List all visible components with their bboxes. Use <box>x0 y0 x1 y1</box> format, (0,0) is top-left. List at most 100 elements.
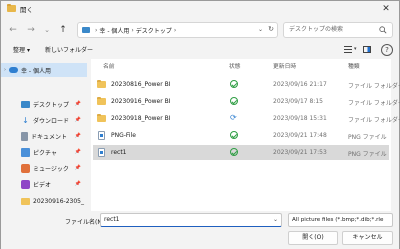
address-bar[interactable]: › 幸 - 個人用 › デスクトップ › ⌄ ↻ <box>77 22 278 38</box>
column-header-modified[interactable]: 更新日時 <box>273 61 296 70</box>
arrow-up-icon: ↑ <box>59 25 67 35</box>
pin-icon: 📌 <box>74 117 81 123</box>
folder-icon <box>7 4 16 12</box>
folder-icon <box>97 114 106 122</box>
desktop-icon <box>82 27 90 33</box>
column-header-name[interactable]: 名前 <box>103 61 115 70</box>
file-modified: 2023/09/18 15:31 <box>273 115 327 122</box>
sidebar-item-label: デスクトップ <box>33 101 70 109</box>
file-modified: 2023/09/21 17:53 <box>273 149 327 156</box>
open-button[interactable]: 開く(O) <box>288 231 338 245</box>
sidebar-item-label: ドキュメント <box>31 133 68 141</box>
file-type: PNG ファイル <box>348 134 387 141</box>
preview-pane-icon[interactable] <box>363 46 371 53</box>
folder-icon <box>97 80 106 88</box>
recent-locations-button[interactable]: ⌄ <box>41 23 53 37</box>
file-type: ファイル フォルダー <box>348 117 400 124</box>
filename-value: rect1 <box>104 216 120 223</box>
command-bar: 整理 ▾ 新しいフォルダー ▾ ? <box>1 43 399 57</box>
sidebar-item-documents[interactable]: ドキュメント 📌 <box>1 129 87 143</box>
breadcrumb-item[interactable]: 幸 - 個人用 <box>99 26 129 35</box>
file-type: ファイル フォルダー <box>348 100 400 107</box>
open-dialog: 開く ✕ ← → ⌄ ↑ › 幸 - 個人用 › デスクトップ › ⌄ ↻ デス… <box>0 0 400 249</box>
video-icon <box>21 179 30 189</box>
music-icon <box>21 163 30 173</box>
file-row[interactable]: PNG-File 2023/09/21 17:48 PNG ファイル <box>93 128 389 143</box>
up-button[interactable]: ↑ <box>57 23 69 37</box>
sidebar-item-label: ピクチャ <box>33 149 57 157</box>
help-icon[interactable]: ? <box>381 44 393 56</box>
file-list: 名前 状態 更新日時 種類 20230816_Power BI 2023/09/… <box>91 59 400 211</box>
pin-icon: 📌 <box>74 181 81 187</box>
desktop-icon <box>21 100 30 108</box>
title-bar: 開く ✕ <box>1 1 399 17</box>
folder-icon <box>21 197 30 205</box>
pin-icon: 📌 <box>74 165 81 171</box>
column-header-type[interactable]: 種類 <box>348 61 360 70</box>
sidebar-item-videos[interactable]: ビデオ 📌 <box>1 177 87 191</box>
sidebar-item-desktop[interactable]: デスクトップ 📌 <box>1 97 87 111</box>
refresh-icon[interactable]: ↻ <box>268 25 274 33</box>
breadcrumb-separator-icon: › <box>173 26 177 34</box>
forward-button[interactable]: → <box>25 23 37 37</box>
sidebar-item-label: ダウンロード <box>33 117 70 125</box>
file-name: 20230816_Power BI <box>111 81 171 88</box>
file-type: PNG ファイル <box>348 151 387 158</box>
synced-check-icon <box>230 131 238 139</box>
file-name: 20230916_Power BI <box>111 98 171 105</box>
download-icon: ↓ <box>22 115 29 125</box>
sidebar-item-label: ミュージック <box>33 165 69 173</box>
back-button[interactable]: ← <box>7 23 19 37</box>
sidebar-item-label: 幸 - 個人用 <box>21 67 51 75</box>
chevron-down-icon: ▾ <box>26 47 30 54</box>
cloud-icon <box>9 67 18 73</box>
sidebar-item-pictures[interactable]: ピクチャ 📌 <box>1 145 87 159</box>
filename-input[interactable]: rect1 ⌄ <box>100 213 282 227</box>
folder-icon <box>97 97 106 105</box>
file-type: ファイル フォルダー <box>348 83 400 90</box>
breadcrumb-item[interactable]: デスクトップ <box>136 26 172 35</box>
pin-icon: 📌 <box>74 149 81 155</box>
column-header-status[interactable]: 状態 <box>229 61 241 70</box>
arrow-left-icon: ← <box>9 25 17 35</box>
dialog-footer: ファイル名(N): rect1 ⌄ All picture files (*.b… <box>1 211 399 249</box>
chevron-down-icon[interactable]: ⌄ <box>258 26 263 33</box>
navigation-pane: › 幸 - 個人用 デスクトップ 📌 ↓ ダウンロード 📌 ドキュメント 📌 ピ… <box>1 59 87 211</box>
search-icon <box>379 26 387 34</box>
chevron-down-icon[interactable]: ⌄ <box>273 214 278 226</box>
synced-check-icon <box>230 80 238 88</box>
dialog-title: 開く <box>20 6 33 14</box>
documents-icon <box>21 131 28 141</box>
view-options-icon[interactable] <box>344 46 352 53</box>
file-type-value: All picture files (*.bmp;*.dib;*.rle <box>292 217 384 223</box>
navigation-bar: ← → ⌄ ↑ › 幸 - 個人用 › デスクトップ › ⌄ ↻ デスクトップの… <box>1 19 399 41</box>
organize-button[interactable]: 整理 ▾ <box>13 45 30 54</box>
file-row[interactable]: 20230916_Power BI 2023/09/17 8:15 ファイル フ… <box>93 94 400 109</box>
breadcrumb-separator-icon: › <box>95 26 98 34</box>
file-modified: 2023/09/21 17:48 <box>273 132 327 139</box>
breadcrumb-separator-icon: › <box>131 26 134 34</box>
pictures-icon <box>21 147 30 157</box>
pin-icon: 📌 <box>74 133 81 139</box>
file-row[interactable]: rect1 2023/09/21 17:53 PNG ファイル <box>93 145 389 160</box>
pin-icon: 📌 <box>74 101 81 107</box>
file-row[interactable]: 20230816_Power BI 2023/09/16 21:17 ファイル … <box>93 77 400 92</box>
new-folder-button[interactable]: 新しいフォルダー <box>45 45 93 54</box>
sidebar-item-label: 20230916-2305_ <box>33 197 84 205</box>
sidebar-item-music[interactable]: ミュージック 📌 <box>1 161 87 175</box>
png-file-icon <box>98 148 105 157</box>
sidebar-item-folder[interactable]: 20230916-2305_ <box>1 194 87 208</box>
file-row[interactable]: 20230918_Power BI ⟳ 2023/09/18 15:31 ファイ… <box>93 111 400 126</box>
search-input[interactable]: デスクトップの検索 <box>283 22 393 38</box>
file-name: rect1 <box>111 149 127 156</box>
sidebar-item-downloads[interactable]: ↓ ダウンロード 📌 <box>1 113 87 127</box>
organize-label: 整理 <box>13 47 26 54</box>
file-type-select[interactable]: All picture files (*.bmp;*.dib;*.rle <box>288 213 393 227</box>
close-button[interactable]: ✕ <box>377 2 395 16</box>
sidebar-item-label: ビデオ <box>33 181 52 189</box>
arrow-right-icon: → <box>27 25 35 35</box>
cancel-button[interactable]: キャンセル <box>342 231 393 245</box>
sidebar-item-onedrive[interactable]: › 幸 - 個人用 <box>1 63 87 77</box>
chevron-down-icon[interactable]: ▾ <box>354 46 357 52</box>
chevron-right-icon[interactable]: › <box>1 67 9 73</box>
